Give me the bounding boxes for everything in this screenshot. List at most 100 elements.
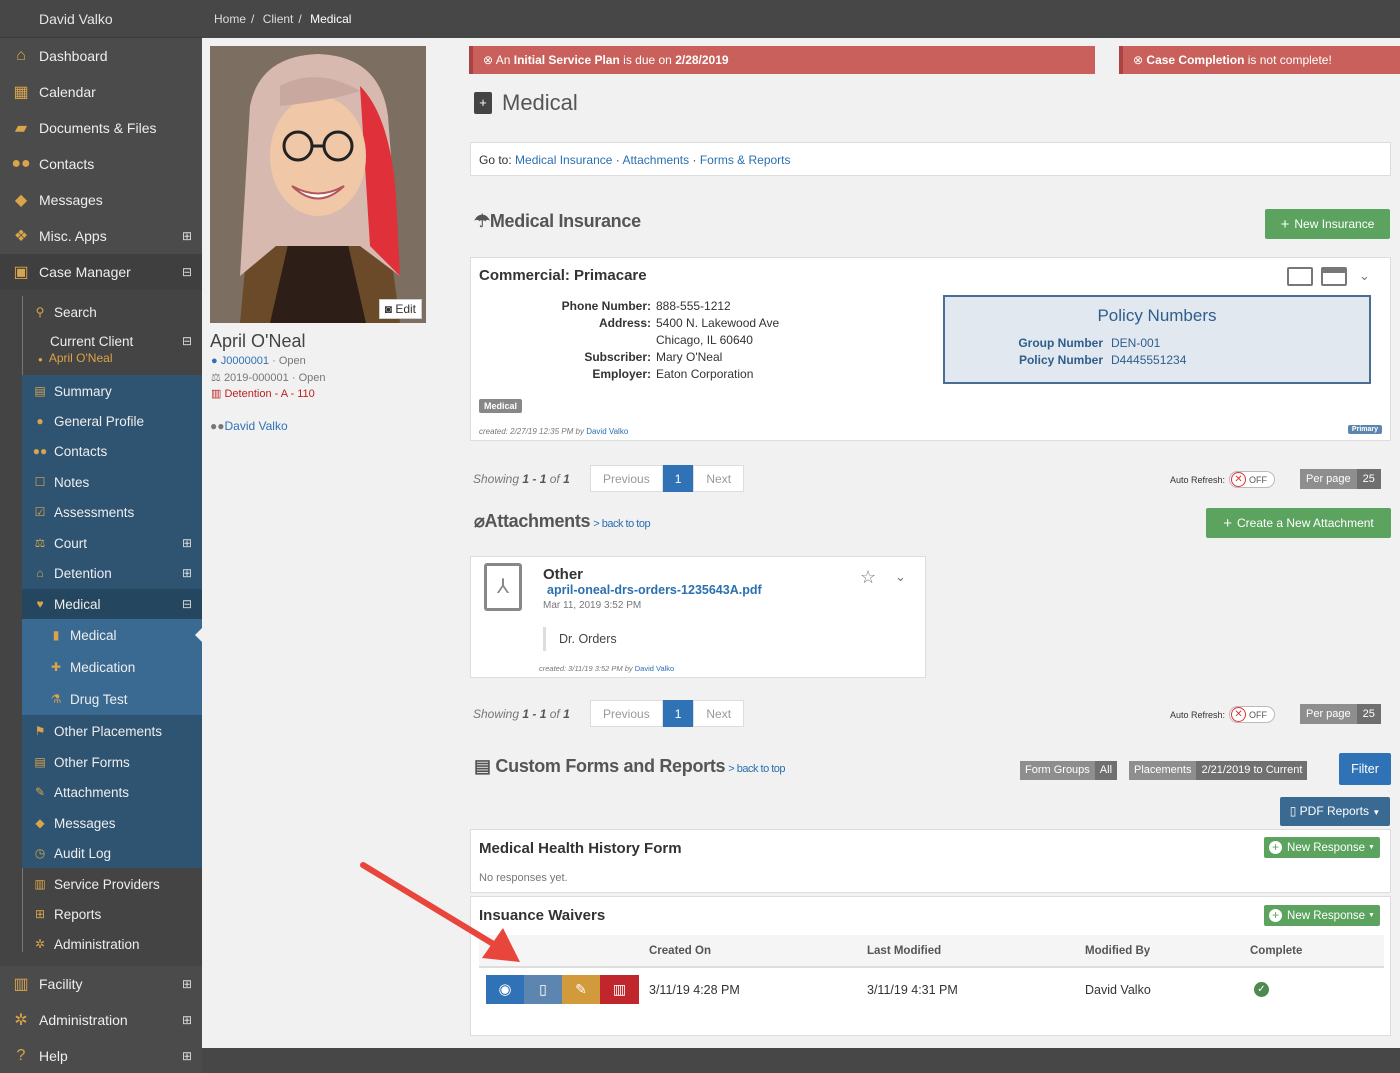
column-header[interactable]: Modified By (1085, 945, 1150, 957)
column-header[interactable]: Last Modified (867, 945, 941, 957)
sidebar-item-contacts-sub[interactable]: ●● Contacts (22, 436, 202, 466)
sidebar-item-search[interactable]: ⚲ Search (22, 297, 202, 327)
sidebar-user-name[interactable]: David Valko (0, 0, 202, 38)
group-label: Group Number (1018, 336, 1103, 350)
pdf-reports-button[interactable]: ▯ PDF Reports ▼ (1280, 797, 1390, 826)
sidebar-item-administration-sub[interactable]: ✲ Administration (22, 929, 202, 959)
edit-button[interactable]: ✎ (562, 975, 600, 1004)
collapse-icon[interactable]: ⊟ (182, 334, 192, 348)
page-1-button[interactable]: 1 (662, 700, 694, 727)
new-insurance-button[interactable]: + New Insurance (1265, 209, 1390, 239)
expand-icon[interactable]: ⊞ (182, 1013, 192, 1027)
sidebar-item-messages[interactable]: ◆ Messages (0, 182, 202, 218)
modified-by-cell: David Valko (1085, 983, 1151, 997)
pdf-button[interactable]: ▯ (524, 975, 562, 1004)
expand-icon[interactable]: ⊞ (182, 977, 192, 991)
sidebar-item-medical-sub[interactable]: ▮ Medical (22, 619, 202, 651)
pdf-file-icon[interactable]: ⅄ (484, 563, 522, 611)
court-id-link[interactable]: 2019-000001 (224, 372, 289, 384)
next-button[interactable]: Next (693, 465, 745, 492)
created-by-link[interactable]: David Valko (586, 427, 628, 436)
breadcrumb-current: Medical (310, 12, 352, 26)
previous-button[interactable]: Previous (590, 700, 663, 727)
id-card-icon[interactable] (1287, 267, 1313, 286)
column-header[interactable]: Created On (649, 945, 711, 957)
sidebar-item-service-providers[interactable]: ▥ Service Providers (22, 869, 202, 899)
sidebar-item-medication[interactable]: ✚ Medication (22, 651, 202, 683)
attachments-per-page[interactable]: Per page 25 (1300, 704, 1381, 724)
sidebar-item-help[interactable]: ? Help ⊞ (0, 1038, 202, 1073)
chevron-down-icon[interactable]: ⌄ (895, 569, 906, 585)
list-icon: ▤ (34, 755, 46, 769)
sidebar-item-detention[interactable]: ⌂ Detention ⊞ (22, 558, 202, 588)
page-1-button[interactable]: 1 (662, 465, 694, 492)
expand-icon[interactable]: ⊞ (182, 536, 192, 550)
column-header[interactable]: Complete (1250, 945, 1302, 957)
sidebar-item-case-manager[interactable]: ▣ Case Manager ⊟ (0, 254, 202, 290)
sidebar-item-dashboard[interactable]: ⌂ Dashboard (0, 38, 202, 74)
back-to-top-link[interactable]: > back to top (728, 763, 785, 775)
edit-photo-button[interactable]: ◙ Edit (378, 299, 422, 319)
star-icon[interactable]: ☆ (860, 567, 876, 588)
sidebar-item-other-forms[interactable]: ▤ Other Forms (22, 747, 202, 777)
breadcrumb-home[interactable]: Home (214, 12, 246, 26)
filter-button[interactable]: Filter (1339, 753, 1391, 785)
goto-attachments-link[interactable]: Attachments (622, 153, 689, 167)
sidebar-item-attachments[interactable]: ✎ Attachments (22, 777, 202, 807)
sidebar-item-messages-sub[interactable]: ◆ Messages (22, 808, 202, 838)
sidebar-item-notes[interactable]: ☐ Notes (22, 467, 202, 497)
sidebar-item-misc-apps[interactable]: ❖ Misc. Apps ⊞ (0, 218, 202, 254)
sidebar-item-documents[interactable]: ▰ Documents & Files (0, 110, 202, 146)
new-response-button[interactable]: + New Response ▼ (1264, 837, 1380, 858)
case-id-link[interactable]: J0000001 (221, 355, 269, 367)
back-to-top-link[interactable]: > back to top (593, 518, 650, 530)
created-text: created: 3/11/19 3:52 PM by (539, 664, 635, 673)
breadcrumb-client[interactable]: Client (263, 12, 294, 26)
next-button[interactable]: Next (693, 700, 745, 727)
new-response-button[interactable]: + New Response ▼ (1264, 905, 1380, 926)
chevron-down-icon[interactable]: ⌄ (1359, 268, 1370, 284)
sidebar-item-reports[interactable]: ⊞ Reports (22, 899, 202, 929)
credit-card-icon[interactable] (1321, 267, 1347, 286)
collapse-icon[interactable]: ⊟ (182, 265, 192, 279)
sidebar-item-calendar[interactable]: ▦ Calendar (0, 74, 202, 110)
cubes-icon: ❖ (13, 228, 29, 245)
form-groups-filter[interactable]: Form Groups All (1020, 761, 1118, 780)
showing-label: Showing (473, 472, 520, 486)
sidebar-item-audit-log[interactable]: ◷ Audit Log (22, 838, 202, 868)
delete-button[interactable]: ▥ (600, 975, 639, 1004)
goto-bar: Go to: Medical Insurance · Attachments ·… (470, 142, 1391, 176)
attachment-file-link[interactable]: april-oneal-drs-orders-1235643A.pdf (547, 583, 762, 597)
worker-link[interactable]: David Valko (225, 419, 288, 433)
sidebar-item-medical[interactable]: ♥ Medical ⊟ (22, 589, 202, 619)
sidebar-item-contacts[interactable]: ●● Contacts (0, 146, 202, 182)
sidebar-item-other-placements[interactable]: ⚑ Other Placements (22, 716, 202, 746)
previous-button[interactable]: Previous (590, 465, 663, 492)
sidebar-item-facility[interactable]: ▥ Facility ⊞ (0, 966, 202, 1002)
sidebar-item-court[interactable]: ⚖ Court ⊞ (22, 528, 202, 558)
attachment-title: Other (543, 566, 584, 583)
create-attachment-button[interactable]: + Create a New Attachment (1206, 508, 1391, 538)
current-client-name[interactable]: April O'Neal (49, 351, 113, 365)
sidebar-item-assessments[interactable]: ☑ Assessments (22, 497, 202, 527)
expand-icon[interactable]: ⊞ (182, 566, 192, 580)
expand-icon[interactable]: ⊞ (182, 229, 192, 243)
auto-refresh-toggle[interactable]: ✕ OFF (1229, 706, 1276, 723)
sidebar-item-current-client[interactable]: Current Client ● April O'Neal ⊟ (22, 328, 202, 372)
insurance-per-page[interactable]: Per page 25 (1300, 469, 1381, 489)
placements-filter[interactable]: Placements 2/21/2019 to Current (1129, 761, 1308, 780)
expand-icon[interactable]: ⊞ (182, 1049, 192, 1063)
sidebar-item-general-profile[interactable]: ● General Profile (22, 406, 202, 436)
created-by-link[interactable]: David Valko (635, 664, 674, 673)
custom-forms-heading: ▤ Custom Forms and Reports > back to top (474, 756, 786, 777)
sidebar-item-administration[interactable]: ✲ Administration ⊞ (0, 1002, 202, 1038)
detention-link[interactable]: Detention - A - 110 (224, 388, 314, 400)
collapse-icon[interactable]: ⊟ (182, 597, 192, 611)
view-button[interactable]: ◉ (486, 975, 524, 1004)
auto-refresh-toggle[interactable]: ✕ OFF (1229, 471, 1276, 488)
sidebar-item-summary[interactable]: ▤ Summary (22, 376, 202, 406)
goto-forms-reports-link[interactable]: Forms & Reports (700, 153, 791, 167)
goto-medical-insurance-link[interactable]: Medical Insurance (515, 153, 612, 167)
clipboard-icon: ▮ (52, 628, 60, 642)
sidebar-item-drug-test[interactable]: ⚗ Drug Test (22, 683, 202, 715)
